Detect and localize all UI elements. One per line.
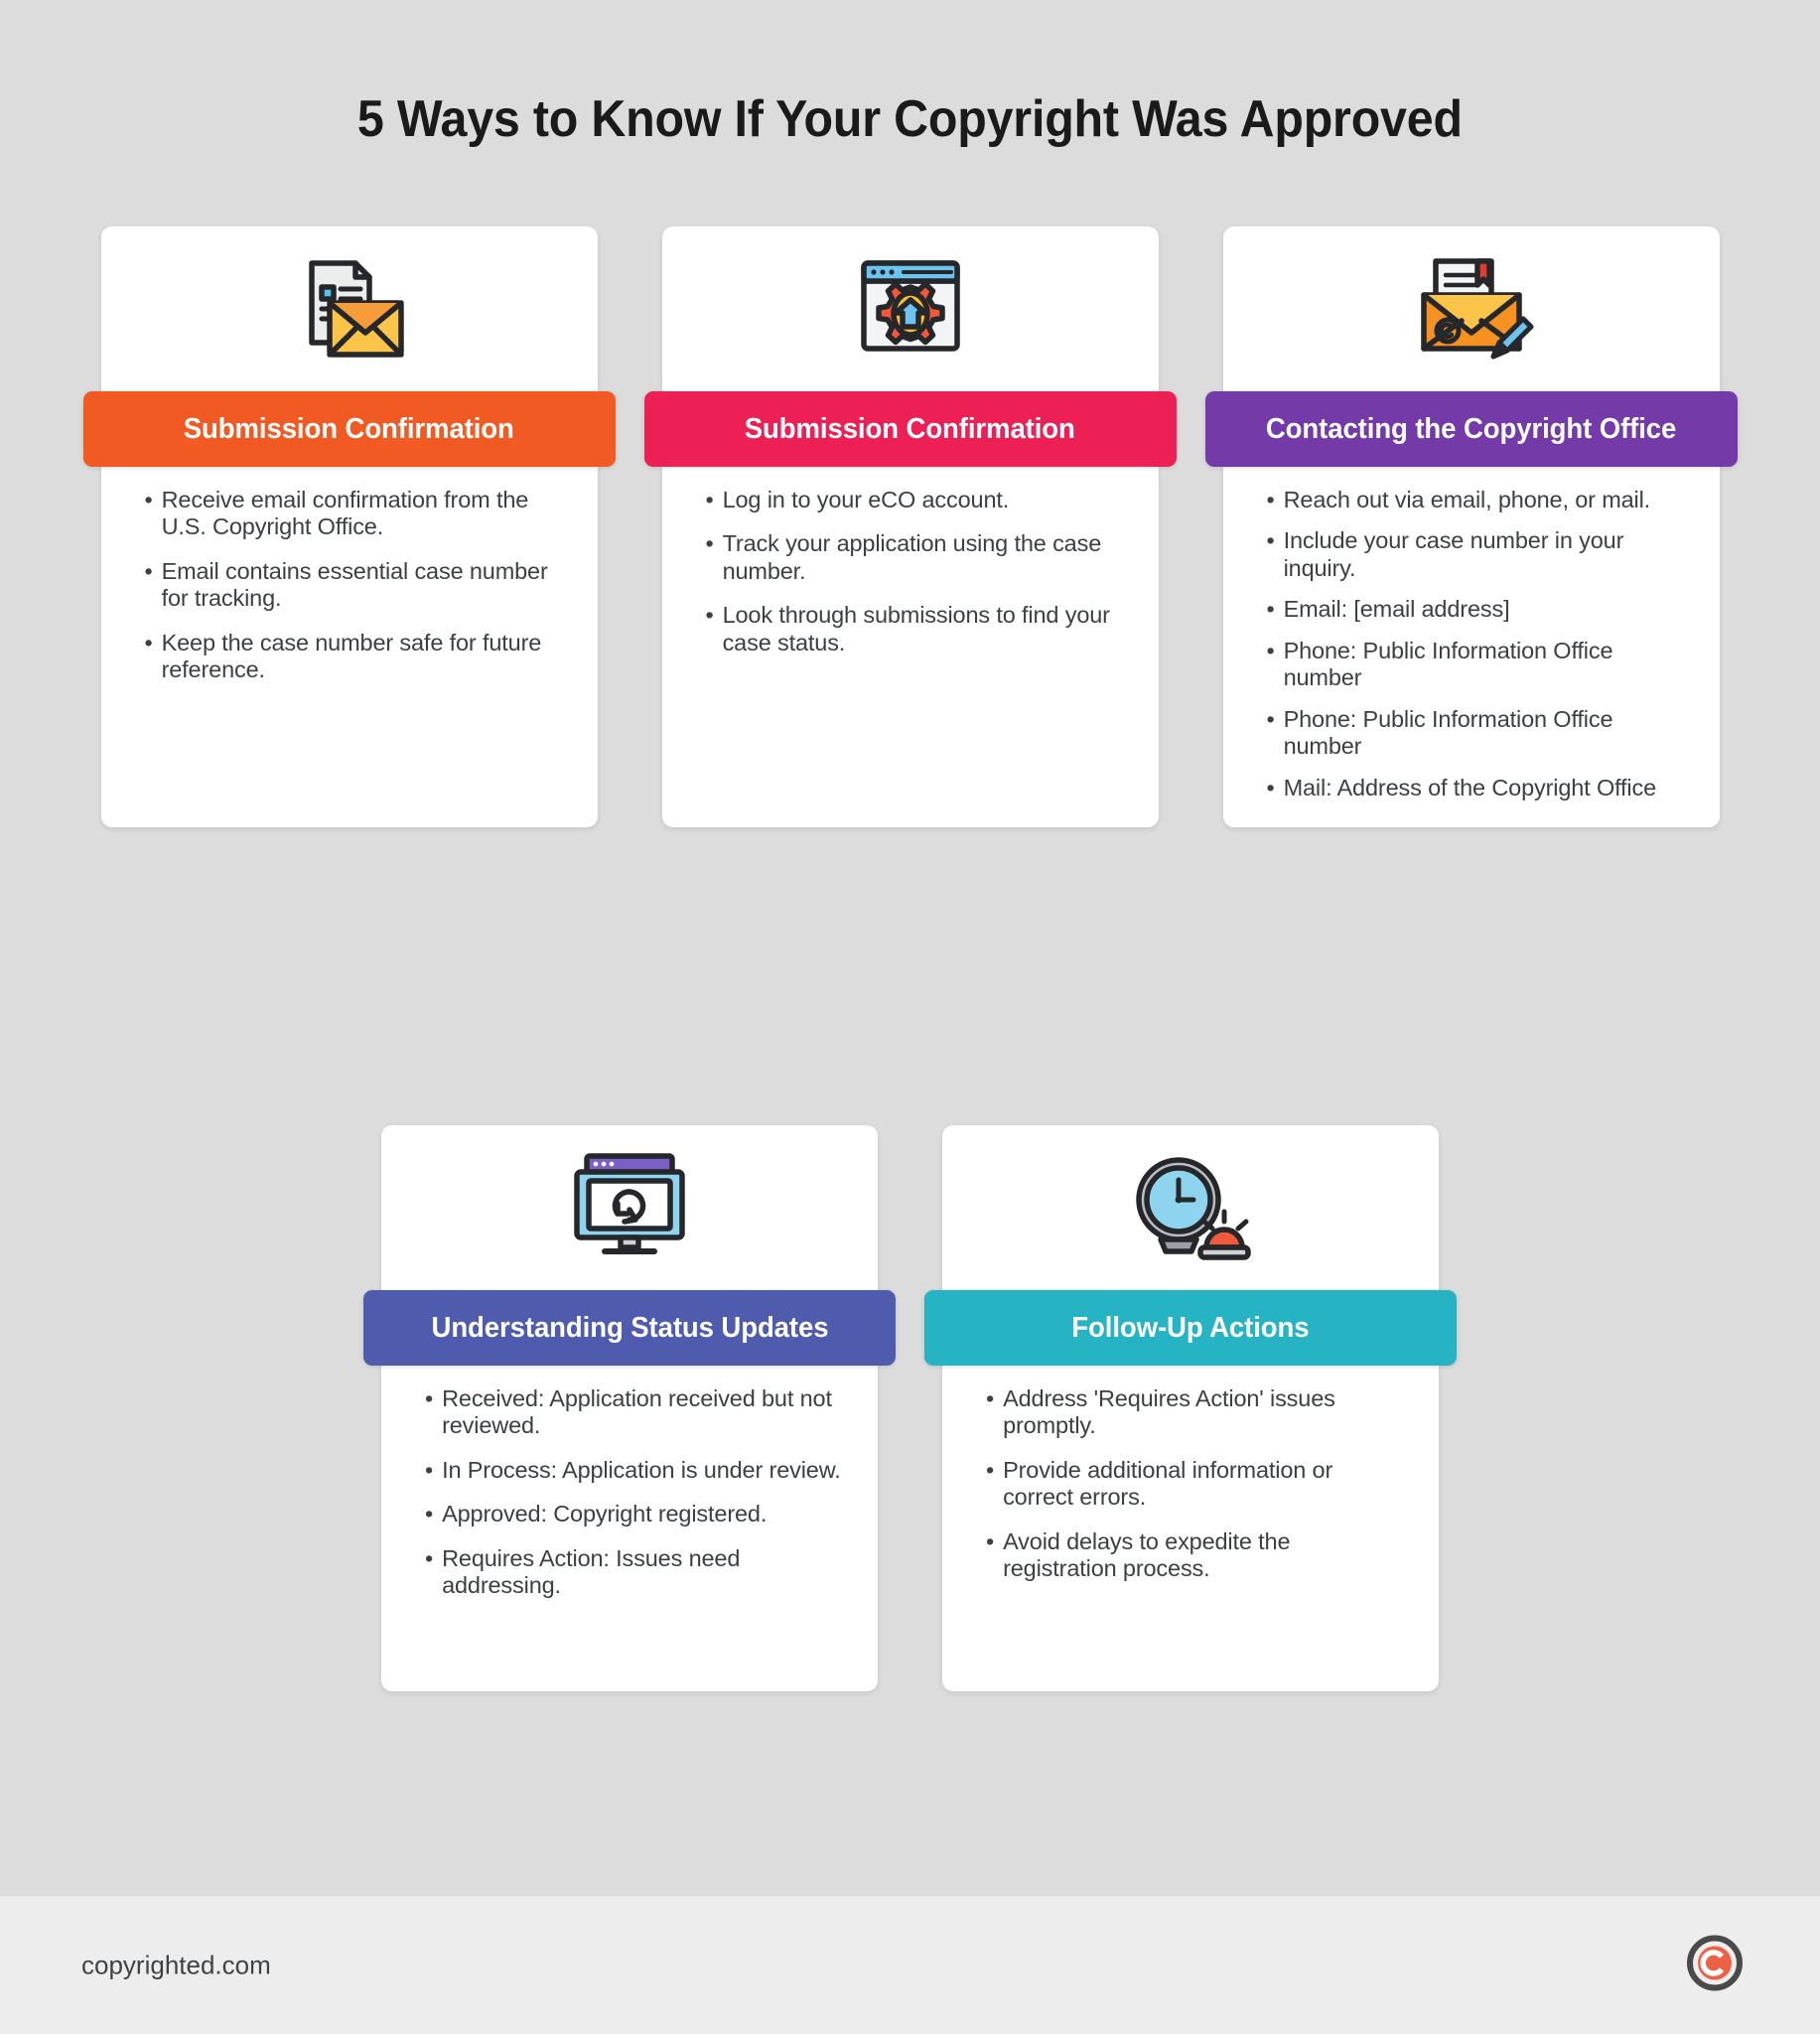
bullet-marker: • [1266, 774, 1275, 800]
card-bullet-list: • Reach out via email, phone, or mail. •… [1267, 487, 1690, 815]
envelope-copyright-pencil-icon [1223, 226, 1720, 385]
bullet-marker: • [705, 530, 714, 557]
list-item: • Receive email confirmation from the U.… [145, 487, 568, 541]
card-bullet-list: • Log in to your eCO account. • Track yo… [706, 487, 1129, 673]
list-item-text: In Process: Application is under review. [442, 1456, 841, 1483]
list-item: • Email: [email address] [1267, 596, 1690, 623]
list-item-text: Phone: Public Information Office number [1283, 705, 1613, 760]
footer-site-name: copyrighted.com [81, 1950, 271, 1979]
list-item: • Received: Application received but not… [425, 1385, 848, 1440]
list-item-text: Include your case number in your inquiry… [1283, 527, 1624, 581]
card-header-bar: Contacting the Copyright Office [1204, 391, 1738, 467]
footer-bar: copyrighted.com [0, 1895, 1820, 2034]
list-item: • Address 'Requires Action' issues promp… [986, 1385, 1409, 1440]
list-item-text: Requires Action: Issues need addressing. [442, 1544, 741, 1599]
bullet-marker: • [986, 1385, 995, 1411]
list-item: • In Process: Application is under revie… [425, 1457, 848, 1484]
browser-gear-upload-icon [662, 226, 1159, 385]
list-item-text: Keep the case number safe for future ref… [161, 629, 542, 683]
card-header-label: Submission Confirmation [744, 412, 1076, 445]
bullet-marker: • [705, 487, 714, 512]
page-title-wrapper: 5 Ways to Know If Your Copyright Was App… [0, 89, 1820, 149]
list-item-text: Track your application using the case nu… [722, 530, 1102, 584]
list-item: • Look through submissions to find your … [706, 602, 1129, 656]
bullet-marker: • [705, 602, 714, 629]
list-item-text: Approved: Copyright registered. [442, 1501, 768, 1527]
bullet-marker: • [1266, 705, 1275, 732]
list-item: • Requires Action: Issues need addressin… [425, 1545, 848, 1600]
bullet-marker: • [1266, 596, 1275, 623]
bullet-marker: • [1266, 527, 1275, 554]
card-header-bar: Submission Confirmation [82, 391, 616, 467]
list-item-text: Provide additional information or correc… [1003, 1456, 1333, 1511]
list-item: • Email contains essential case number f… [145, 558, 568, 613]
infographic-page: 5 Ways to Know If Your Copyright Was App… [0, 0, 1820, 2034]
bullet-marker: • [425, 1456, 434, 1483]
bullet-marker: • [1266, 487, 1275, 512]
list-item-text: Received: Application received but not r… [442, 1385, 832, 1439]
card-follow-up-actions: Follow-Up Actions • Address 'Requires Ac… [924, 1125, 1457, 1691]
list-item-text: Receive email confirmation from the U.S.… [161, 487, 529, 540]
bullet-marker: • [144, 629, 153, 655]
monitor-refresh-icon [381, 1125, 878, 1284]
list-item-text: Look through submissions to find your ca… [722, 602, 1110, 655]
list-item: • Mail: Address of the Copyright Office [1267, 775, 1690, 801]
list-item: • Phone: Public Information Office numbe… [1267, 638, 1690, 692]
bullet-marker: • [144, 487, 153, 512]
list-item: • Include your case number in your inqui… [1267, 527, 1690, 582]
bullet-marker: • [986, 1527, 995, 1554]
card-row-top: Submission Confirmation • Receive email … [0, 226, 1820, 827]
bullet-marker: • [425, 1385, 434, 1411]
card-header-label: Contacting the Copyright Office [1265, 412, 1677, 445]
card-bullet-list: • Address 'Requires Action' issues promp… [986, 1385, 1409, 1600]
clock-alarm-icon [942, 1125, 1439, 1284]
page-title: 5 Ways to Know If Your Copyright Was App… [357, 90, 1463, 148]
email-document-icon [101, 226, 598, 385]
card-understanding-status-updates: Understanding Status Updates • Received:… [363, 1125, 896, 1691]
card-header-label: Follow-Up Actions [1071, 1311, 1310, 1344]
card-bullet-list: • Received: Application received but not… [425, 1385, 848, 1617]
card-header-bar: Submission Confirmation [643, 391, 1177, 467]
list-item: • Keep the case number safe for future r… [145, 630, 568, 684]
card-header-label: Understanding Status Updates [431, 1311, 828, 1344]
list-item-text: Address 'Requires Action' issues promptl… [1003, 1385, 1335, 1439]
list-item: • Reach out via email, phone, or mail. [1267, 487, 1690, 513]
list-item-text: Phone: Public Information Office number [1283, 637, 1613, 691]
bullet-marker: • [425, 1544, 434, 1571]
card-header-bar: Understanding Status Updates [363, 1290, 896, 1366]
bullet-marker: • [425, 1501, 434, 1527]
list-item-text: Log in to your eCO account. [722, 487, 1010, 512]
card-bullet-list: • Receive email confirmation from the U.… [145, 487, 568, 701]
card-header-bar: Follow-Up Actions [924, 1290, 1457, 1366]
list-item: • Approved: Copyright registered. [425, 1501, 848, 1527]
card-contacting-the-copyright-office: Contacting the Copyright Office • Reach … [1204, 226, 1738, 827]
copyright-c-logo [1687, 1935, 1743, 1995]
list-item-text: Email: [email address] [1283, 596, 1510, 623]
bullet-marker: • [144, 557, 153, 584]
list-item-text: Reach out via email, phone, or mail. [1283, 487, 1651, 512]
list-item: • Avoid delays to expedite the registrat… [986, 1528, 1409, 1583]
list-item: • Phone: Public Information Office numbe… [1267, 706, 1690, 761]
bullet-marker: • [986, 1456, 995, 1483]
card-header-label: Submission Confirmation [183, 412, 515, 445]
list-item: • Provide additional information or corr… [986, 1457, 1409, 1512]
list-item-text: Mail: Address of the Copyright Office [1283, 774, 1657, 800]
list-item-text: Email contains essential case number for… [161, 557, 548, 612]
bullet-marker: • [1266, 637, 1275, 663]
list-item: • Log in to your eCO account. [706, 487, 1129, 513]
card-submission-confirmation-eco: Submission Confirmation • Log in to your… [643, 226, 1177, 827]
card-row-bottom: Understanding Status Updates • Received:… [0, 1125, 1820, 1691]
list-item: • Track your application using the case … [706, 530, 1129, 585]
list-item-text: Avoid delays to expedite the registratio… [1003, 1527, 1291, 1582]
card-submission-confirmation-email: Submission Confirmation • Receive email … [82, 226, 616, 827]
